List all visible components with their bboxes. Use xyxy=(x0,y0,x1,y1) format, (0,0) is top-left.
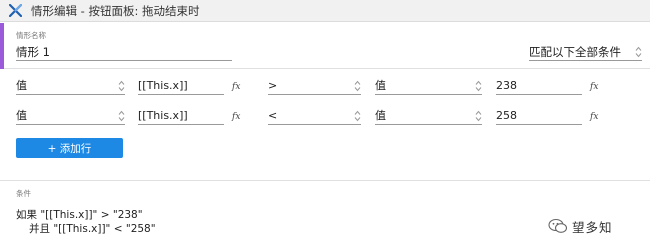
right-value-text: 258 xyxy=(496,109,517,122)
match-mode-select[interactable]: 匹配以下全部条件 xyxy=(529,43,642,61)
dropdown-arrows-icon xyxy=(354,110,361,122)
dropdown-arrows-icon xyxy=(118,110,125,122)
conditions-summary-line: 并且 "[[This.x]]" < "258" xyxy=(29,223,156,235)
watermark-text: 望多知 xyxy=(572,219,613,235)
dropdown-arrows-icon xyxy=(354,80,361,92)
dropdown-arrows-icon xyxy=(475,110,482,122)
left-type-value: 值 xyxy=(16,79,27,92)
case-name-input[interactable]: 情形 1 xyxy=(16,43,232,61)
left-value-input[interactable]: [[This.x]] xyxy=(138,77,224,95)
case-name-section: 情形名称 情形 1 匹配以下全部条件 xyxy=(0,23,650,69)
section-divider xyxy=(0,180,650,181)
operator-value: > xyxy=(268,79,278,92)
right-type-value: 值 xyxy=(375,79,386,92)
right-type-select[interactable]: 值 xyxy=(375,77,482,95)
axure-app-icon xyxy=(8,4,22,18)
match-mode-value: 匹配以下全部条件 xyxy=(529,45,621,59)
left-type-select[interactable]: 值 xyxy=(16,107,125,125)
fx-button[interactable]: fx xyxy=(232,112,240,122)
watermark: 望多知 xyxy=(548,215,638,237)
dropdown-arrows-icon xyxy=(118,80,125,92)
right-type-value: 值 xyxy=(375,109,386,122)
right-value-text: 238 xyxy=(496,79,517,92)
dropdown-arrows-icon xyxy=(635,46,642,58)
left-value-text: [[This.x]] xyxy=(138,109,188,122)
left-value-input[interactable]: [[This.x]] xyxy=(138,107,224,125)
operator-value: < xyxy=(268,109,278,122)
add-row-button[interactable]: + 添加行 xyxy=(16,138,123,158)
conditions-summary-line: 如果 "[[This.x]]" > "238" xyxy=(16,209,143,221)
conditions-summary-label: 条件 xyxy=(16,189,31,198)
fx-button[interactable]: fx xyxy=(590,82,598,92)
operator-select[interactable]: < xyxy=(268,107,361,125)
fx-button[interactable]: fx xyxy=(232,82,240,92)
fx-button[interactable]: fx xyxy=(590,112,598,122)
window-title: 情形编辑 - 按钮面板: 拖动结束时 xyxy=(31,3,200,18)
left-type-value: 值 xyxy=(16,109,27,122)
title-bar: 情形编辑 - 按钮面板: 拖动结束时 xyxy=(0,0,650,22)
right-value-input[interactable]: 258 xyxy=(496,107,582,125)
left-value-text: [[This.x]] xyxy=(138,79,188,92)
section-accent-bar xyxy=(0,23,4,69)
wechat-icon xyxy=(548,218,568,233)
dropdown-arrows-icon xyxy=(475,80,482,92)
case-name-label: 情形名称 xyxy=(16,31,46,40)
operator-select[interactable]: > xyxy=(268,77,361,95)
left-type-select[interactable]: 值 xyxy=(16,77,125,95)
right-type-select[interactable]: 值 xyxy=(375,107,482,125)
right-value-input[interactable]: 238 xyxy=(496,77,582,95)
